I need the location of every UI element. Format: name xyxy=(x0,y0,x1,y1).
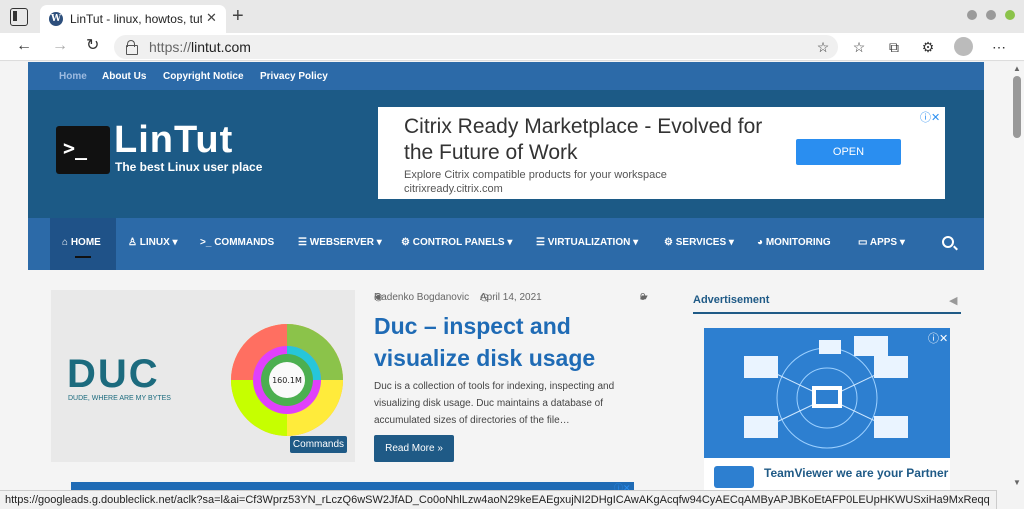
nav-virtualization-item[interactable]: ☰ VIRTUALIZATION ▾ xyxy=(536,237,638,248)
sitemap-icon: ⚙ xyxy=(664,237,673,248)
sidebar-divider xyxy=(693,312,961,314)
wordpress-icon: W xyxy=(49,12,63,26)
maximize-button[interactable] xyxy=(986,10,996,20)
url-text[interactable]: https://lintut.com xyxy=(149,39,251,55)
ad-choices-icon[interactable]: ⓘ✕ xyxy=(614,481,631,490)
nav-privacy-link[interactable]: Privacy Policy xyxy=(260,71,328,82)
cogs-icon: ⚙ xyxy=(401,237,410,248)
tab-actions-icon[interactable] xyxy=(10,8,28,26)
server-stack-icon: ☰ xyxy=(536,237,545,248)
vertical-scrollbar[interactable]: ▲ ▼ xyxy=(1010,62,1024,490)
top-navigation: Home About Us Copyright Notice Privacy P… xyxy=(28,62,984,90)
address-toolbar: ← → ↻ https://lintut.com ☆ ☆ ⧉ ⚙ ⋯ xyxy=(0,33,1024,61)
read-more-button[interactable]: Read More » xyxy=(374,435,454,462)
address-bar[interactable]: https://lintut.com xyxy=(114,35,838,59)
scroll-thumb[interactable] xyxy=(1013,76,1021,138)
close-icon[interactable]: ✕ xyxy=(206,10,217,26)
ad-caption[interactable]: TeamViewer we are your Partner xyxy=(704,458,950,490)
more-menu-icon[interactable]: ⋯ xyxy=(991,39,1007,55)
teamviewer-ad[interactable]: ⓘ✕ TeamViewer we are your Partner xyxy=(704,328,950,490)
browser-tab[interactable]: W LinTut - linux, howtos, tutorial ✕ xyxy=(40,5,226,33)
nav-about-link[interactable]: About Us xyxy=(102,71,146,82)
sidebar-title: Advertisement xyxy=(693,294,770,306)
site-tagline: The best Linux user place xyxy=(115,160,263,174)
home-icon: ⌂ xyxy=(62,237,69,248)
next-ad-banner[interactable] xyxy=(71,482,634,490)
scroll-up-icon[interactable]: ▲ xyxy=(1013,64,1021,73)
citrix-ad-banner[interactable]: Citrix Ready Marketplace - Evolved for t… xyxy=(378,107,945,199)
add-favorite-icon[interactable]: ☆ xyxy=(815,39,831,55)
website: Home About Us Copyright Notice Privacy P… xyxy=(28,62,984,490)
favorites-icon[interactable]: ☆ xyxy=(851,39,867,55)
ad-choices-icon[interactable]: ⓘ✕ xyxy=(928,330,948,346)
minimize-button[interactable] xyxy=(967,10,977,20)
laptop-icon: ▭ xyxy=(858,237,868,248)
content-area: DUC DUDE, WHERE ARE MY BYTES 160.1M Comm… xyxy=(28,270,984,490)
terminal-icon: >_ xyxy=(200,237,212,248)
nav-services-item[interactable]: ⚙ SERVICES ▾ xyxy=(664,237,734,248)
forward-arrow-icon[interactable]: → xyxy=(52,36,68,56)
ad-description: Explore Citrix compatible products for y… xyxy=(404,169,667,195)
category-badge[interactable]: Commands xyxy=(290,436,347,453)
nav-commands-item[interactable]: >_ COMMANDS xyxy=(200,237,274,248)
post-thumbnail[interactable]: DUC DUDE, WHERE ARE MY BYTES 160.1M Comm… xyxy=(51,290,355,462)
close-window-button[interactable] xyxy=(1005,10,1015,20)
page-viewport: Home About Us Copyright Notice Privacy P… xyxy=(0,62,1024,490)
status-bar: https://googleads.g.doubleclick.net/aclk… xyxy=(0,490,997,509)
ad-open-button[interactable]: OPEN xyxy=(796,139,901,165)
nav-webserver-item[interactable]: ☰ WEBSERVER ▾ xyxy=(298,237,382,248)
status-url: https://googleads.g.doubleclick.net/aclk… xyxy=(5,494,990,506)
lock-icon[interactable] xyxy=(126,40,138,55)
server-icon: ☰ xyxy=(298,237,307,248)
new-tab-icon[interactable]: + xyxy=(232,6,244,26)
reload-icon[interactable]: ↻ xyxy=(86,36,99,56)
nav-home-link[interactable]: Home xyxy=(59,71,87,82)
linux-icon: ♙ xyxy=(128,237,137,248)
disk-usage-sunburst: 160.1M xyxy=(231,324,343,436)
site-header: >_ LinTut The best Linux user place Citr… xyxy=(28,90,984,218)
post-excerpt: Duc is a collection of tools for indexin… xyxy=(374,381,615,426)
nav-monitoring-item[interactable]: ◕ MONITORING xyxy=(757,237,831,248)
profile-avatar[interactable] xyxy=(954,37,973,56)
scroll-down-icon[interactable]: ▼ xyxy=(1013,478,1021,487)
extensions-icon[interactable]: ⚙ xyxy=(920,39,936,55)
duc-tagline: DUDE, WHERE ARE MY BYTES xyxy=(68,395,171,402)
terminal-logo-icon[interactable]: >_ xyxy=(56,126,110,174)
nav-copyright-link[interactable]: Copyright Notice xyxy=(163,71,244,82)
nav-apps-item[interactable]: ▭ APPS ▾ xyxy=(858,237,905,248)
svg-text:160.1M: 160.1M xyxy=(272,376,302,385)
duc-logo: DUC xyxy=(67,352,160,396)
active-indicator xyxy=(75,256,91,258)
nav-control-panels-item[interactable]: ⚙ CONTROL PANELS ▾ xyxy=(401,237,512,248)
nav-linux-item[interactable]: ♙ LINUX ▾ xyxy=(128,237,178,248)
collections-icon[interactable]: ⧉ xyxy=(886,39,902,55)
search-icon[interactable] xyxy=(942,236,954,248)
site-logo-text[interactable]: LinTut xyxy=(114,120,233,160)
ad-choices-icon[interactable]: ⓘ✕ xyxy=(920,109,940,125)
tab-title: LinTut - linux, howtos, tutorial xyxy=(70,12,202,26)
megaphone-icon: ◀ xyxy=(949,295,958,307)
browser-window: W LinTut - linux, howtos, tutorial ✕ + ←… xyxy=(0,0,1024,509)
ad-caption-text: TeamViewer we are your Partner xyxy=(764,466,949,480)
teamviewer-logo-icon xyxy=(714,466,754,488)
network-illustration xyxy=(744,336,908,449)
ad-title[interactable]: Citrix Ready Marketplace - Evolved for t… xyxy=(404,114,774,166)
pie-chart-icon: ◕ xyxy=(757,237,764,248)
main-navigation: ⌂ HOME ♙ LINUX ▾ >_ COMMANDS ☰ WEBSERVER… xyxy=(28,218,984,270)
nav-home-item[interactable]: ⌂ HOME xyxy=(62,237,101,248)
back-arrow-icon[interactable]: ← xyxy=(16,36,32,56)
post-title[interactable]: Duc – inspect and visualize disk usage xyxy=(374,310,664,374)
tab-bar: W LinTut - linux, howtos, tutorial ✕ + xyxy=(0,0,1024,33)
